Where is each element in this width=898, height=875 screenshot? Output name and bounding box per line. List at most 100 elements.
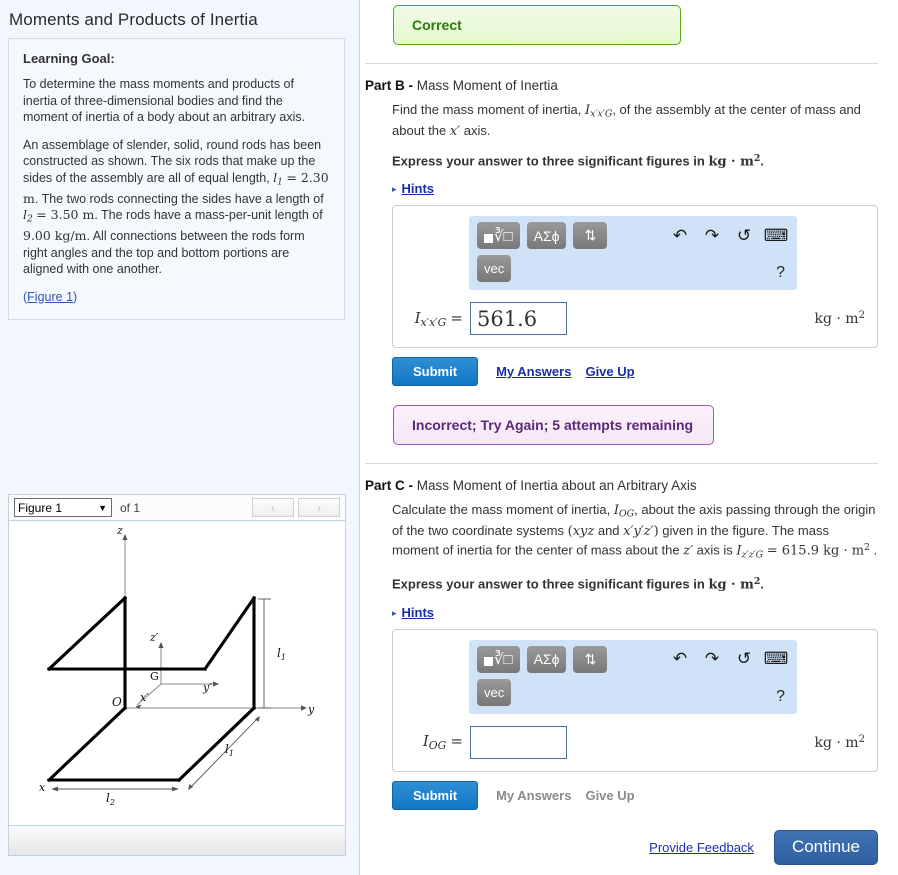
l1-subscript: 1 xyxy=(277,177,283,188)
reset-icon[interactable]: ↺ xyxy=(731,226,757,246)
part-c-label: Part C - xyxy=(365,478,414,494)
part-b-answer-label: Ix′x′G = xyxy=(405,309,463,329)
feedback-incorrect: Incorrect; Try Again; 5 attempts remaini… xyxy=(393,405,715,446)
part-c-answer-input[interactable] xyxy=(470,725,567,759)
part-c-instr-post: . xyxy=(760,576,765,592)
part-b-button-row: Submit My Answers Give Up xyxy=(392,357,878,387)
part-b-hints-row[interactable]: ▸ Hints xyxy=(365,181,878,196)
part-b-math-toolbar: ∛□ ΑΣϕ ⇅ ↶ ↷ ↺ ⌨ vec ? xyxy=(469,216,797,291)
reset-icon[interactable]: ↺ xyxy=(731,649,757,669)
paren-close: ) xyxy=(73,289,78,304)
greek-symbols-button[interactable]: ΑΣϕ xyxy=(526,645,567,673)
part-b-instr-unit: kg · m xyxy=(708,154,754,170)
part-c-title: Mass Moment of Inertia about an Arbitrar… xyxy=(416,478,697,494)
sub-superscript-button[interactable]: ⇅ xyxy=(573,222,608,250)
goal-text-c: . The rods have a mass-per-unit length o… xyxy=(94,208,323,223)
part-b-prompt-3: axis. xyxy=(463,122,491,138)
part-c-submit-button[interactable]: Submit xyxy=(392,780,479,810)
part-b-unit-text: kg · m xyxy=(814,311,859,328)
part-b-answer-input[interactable]: 561.6 xyxy=(470,302,567,336)
figure-prev-button[interactable]: ‹ xyxy=(252,498,294,517)
part-c-my-answers-link: My Answers xyxy=(496,787,572,803)
part-b-my-answers-link[interactable]: My Answers xyxy=(496,364,571,379)
feedback-incorrect-wrap: Incorrect; Try Again; 5 attempts remaini… xyxy=(365,400,878,446)
part-b-hints-link[interactable]: Hints xyxy=(402,181,435,196)
chevron-down-icon: ▼ xyxy=(98,502,107,513)
part-b-body: Find the mass moment of inertia, Ix′x′G,… xyxy=(365,102,878,170)
figure-select[interactable]: Figure 1 ▼ xyxy=(14,498,112,517)
axis-label-y-prime: y′ xyxy=(202,681,212,694)
provide-feedback-link[interactable]: Provide Feedback xyxy=(649,840,754,855)
redo-icon[interactable]: ↷ xyxy=(699,649,725,669)
part-b-answer-row: Ix′x′G = 561.6 kg · m2 xyxy=(405,302,865,336)
feedback-correct: Correct xyxy=(393,5,681,45)
part-c-hints-row[interactable]: ▸ Hints xyxy=(365,605,878,620)
triangle-right-icon: ▸ xyxy=(392,607,397,618)
part-b-answer-box: ∛□ ΑΣϕ ⇅ ↶ ↷ ↺ ⌨ vec ? Ix′x′G = 561.6 kg… xyxy=(392,205,878,349)
origin-label: O xyxy=(112,695,122,709)
redo-icon[interactable]: ↷ xyxy=(699,226,725,246)
part-b-give-up-link[interactable]: Give Up xyxy=(585,364,634,379)
part-b-label: Part B - xyxy=(365,78,414,93)
undo-icon[interactable]: ↶ xyxy=(667,649,693,669)
math-toolbar-row-2: vec xyxy=(477,249,789,283)
part-c-given-value: = 615.9 kg · m xyxy=(766,543,865,559)
continue-button[interactable]: Continue xyxy=(773,830,878,865)
part-c-give-up-link: Give Up xyxy=(585,787,635,803)
learning-goal-paragraph-2: An assemblage of slender, solid, round r… xyxy=(23,137,330,278)
figure-1-link[interactable]: Figure 1 xyxy=(27,290,73,304)
undo-icon[interactable]: ↶ xyxy=(667,226,693,246)
math-toolbar-row-2: vec xyxy=(477,673,789,706)
vector-button[interactable]: vec xyxy=(477,255,512,283)
part-b-prompt: Find the mass moment of inertia, Ix′x′G,… xyxy=(392,102,878,140)
part-b-submit-button[interactable]: Submit xyxy=(392,357,479,387)
nth-root-button[interactable]: ∛□ xyxy=(477,222,520,250)
figure-nav-group: ‹ › xyxy=(252,498,340,517)
learning-goal-box: Learning Goal: To determine the mass mom… xyxy=(8,38,345,321)
part-c-instr-unit: kg · m xyxy=(708,577,754,593)
part-c-prompt-1: Calculate the mass moment of inertia, xyxy=(392,502,611,518)
page-title: Moments and Products of Inertia xyxy=(9,10,258,29)
part-c-paren-close: ) xyxy=(653,523,659,539)
part-c-coord-2: x′y′z′ xyxy=(623,523,654,539)
greek-symbols-button[interactable]: ΑΣϕ xyxy=(526,222,567,250)
part-c-instr-pre: Express your answer to three significant… xyxy=(392,576,705,592)
vector-button[interactable]: vec xyxy=(477,678,512,706)
figure-count-label: of 1 xyxy=(120,500,141,515)
figure-toolbar: Figure 1 ▼ of 1 ‹ › xyxy=(8,494,346,521)
keyboard-icon[interactable]: ⌨ xyxy=(763,649,789,669)
figure-select-value: Figure 1 xyxy=(18,500,63,515)
help-icon[interactable]: ? xyxy=(776,688,785,706)
part-c-answer-row: IOG = kg · m2 xyxy=(405,725,866,759)
nth-root-button[interactable]: ∛□ xyxy=(477,645,520,673)
part-c-answer-box: ∛□ ΑΣϕ ⇅ ↶ ↷ ↺ ⌨ vec ? IOG = kg · m2 xyxy=(392,628,878,772)
part-c-unit-text: kg · m xyxy=(814,734,859,751)
part-c-ans-sub: OG xyxy=(428,739,447,753)
l2-subscript: 2 xyxy=(27,214,33,225)
part-c-answer-unit: kg · m2 xyxy=(815,734,866,751)
help-icon[interactable]: ? xyxy=(776,264,785,282)
divider-part-c xyxy=(365,463,878,465)
part-b-instr-pre: Express your answer to three significant… xyxy=(392,153,705,169)
part-b-axis-symbol: x′ xyxy=(449,123,461,139)
part-b-ans-sub: x′x′G xyxy=(420,315,447,329)
part-b-symbol-subscript: x′x′G xyxy=(590,108,613,120)
part-c-heading: Part C - Mass Moment of Inertia about an… xyxy=(365,478,878,493)
part-b-title: Mass Moment of Inertia xyxy=(416,78,558,93)
footer-row: Provide Feedback Continue xyxy=(649,830,878,865)
part-c-hints-link[interactable]: Hints xyxy=(402,605,435,620)
part-b-prompt-1: Find the mass moment of inertia, xyxy=(392,102,582,117)
keyboard-icon[interactable]: ⌨ xyxy=(763,226,789,246)
figure-next-button[interactable]: › xyxy=(298,498,340,517)
mass-per-length-value: 9.00 kg/m xyxy=(23,228,87,244)
axis-label-z-prime: z′ xyxy=(149,631,159,644)
part-c-body: Calculate the mass moment of inertia, IO… xyxy=(365,502,878,594)
part-c-axis-symbol: z′ xyxy=(683,543,694,559)
goal-text-b: . The two rods connecting the sides have… xyxy=(34,191,324,206)
sub-superscript-button[interactable]: ⇅ xyxy=(573,645,608,673)
learning-goal-paragraph-1: To determine the mass moments and produc… xyxy=(23,77,306,124)
learning-goal-heading: Learning Goal: xyxy=(23,51,115,66)
math-toolbar-row-1: ∛□ ΑΣϕ ⇅ ↶ ↷ ↺ ⌨ xyxy=(477,645,789,673)
part-c-prompt-4: axis is xyxy=(696,542,733,558)
part-c-answer-label: IOG = xyxy=(405,732,463,752)
